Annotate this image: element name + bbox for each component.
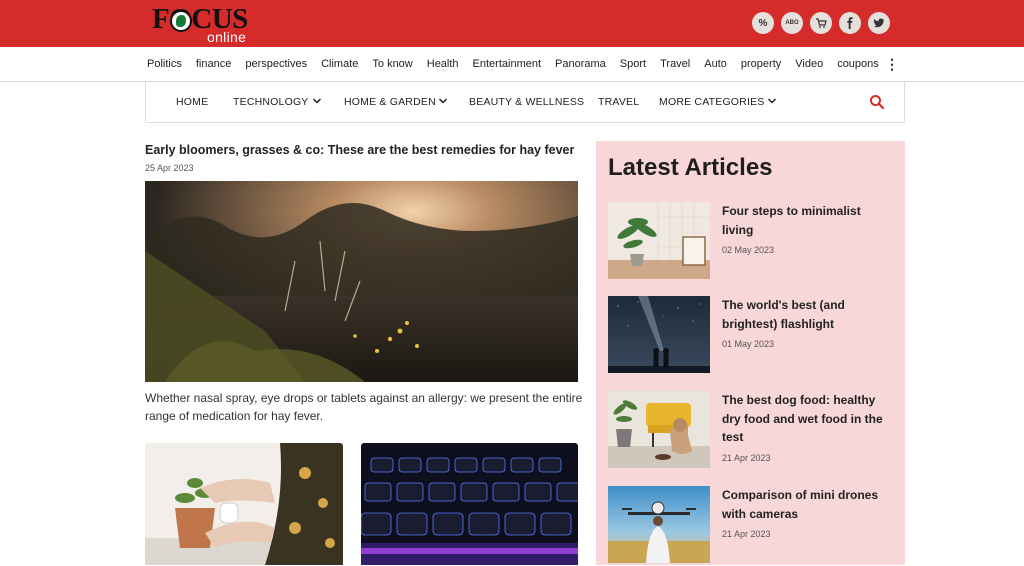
sidebar-article-date: 21 Apr 2023 <box>722 529 771 539</box>
sidebar-heading: Latest Articles <box>608 154 773 181</box>
nav-item-auto[interactable]: Auto <box>704 58 727 70</box>
globe-icon <box>170 10 192 32</box>
facebook-icon[interactable] <box>839 12 861 34</box>
nav-item-politics[interactable]: Politics <box>147 58 182 70</box>
main-nav: Politics finance perspectives Climate To… <box>0 47 1024 82</box>
nav-item-entertainment[interactable]: Entertainment <box>473 58 541 70</box>
search-icon[interactable] <box>869 94 885 110</box>
top-header: FOCUS online % ABO <box>0 0 1024 47</box>
nav-item-travel[interactable]: Travel <box>660 58 690 70</box>
article-date: 25 Apr 2023 <box>145 163 194 173</box>
sidebar-article-title[interactable]: Four steps to minimalist living <box>722 202 894 239</box>
article-thumbnail-image[interactable] <box>608 296 710 373</box>
article-hero-image[interactable] <box>145 181 578 382</box>
article-thumbnail-image[interactable] <box>361 443 578 565</box>
more-vertical-icon[interactable]: ⋮ <box>885 56 899 73</box>
nav-item-finance[interactable]: finance <box>196 58 231 70</box>
sidebar-article[interactable]: Four steps to minimalist living 02 May 2… <box>608 202 898 282</box>
sidebar-article-date: 02 May 2023 <box>722 245 775 255</box>
twitter-icon[interactable] <box>868 12 890 34</box>
sidebar-article[interactable]: Comparison of mini drones with cameras 2… <box>608 486 898 566</box>
focus-logo[interactable]: FOCUS online <box>152 3 262 45</box>
top-icons: % ABO <box>752 12 890 34</box>
category-beauty-wellness[interactable]: BEAUTY & WELLNESS <box>469 96 584 108</box>
nav-item-property[interactable]: property <box>741 58 781 70</box>
sidebar-article[interactable]: The world's best (and brightest) flashli… <box>608 296 898 376</box>
percent-icon[interactable]: % <box>752 12 774 34</box>
nav-item-sport[interactable]: Sport <box>620 58 646 70</box>
sidebar-article-title[interactable]: Comparison of mini drones with cameras <box>722 486 894 523</box>
cart-icon[interactable] <box>810 12 832 34</box>
nav-item-coupons[interactable]: coupons <box>837 58 879 70</box>
category-home[interactable]: HOME <box>176 96 208 108</box>
nav-item-perspectives[interactable]: perspectives <box>245 58 307 70</box>
chevron-down-icon[interactable] <box>767 96 777 106</box>
article-headline[interactable]: Early bloomers, grasses & co: These are … <box>145 143 574 157</box>
article-thumbnail-image[interactable] <box>608 202 710 279</box>
article-thumbnail-image[interactable] <box>608 391 710 468</box>
sidebar-article-date: 01 May 2023 <box>722 339 775 349</box>
category-more[interactable]: MORE CATEGORIES <box>659 96 764 108</box>
category-home-garden[interactable]: HOME & GARDEN <box>344 96 436 108</box>
article-teaser: Whether nasal spray, eye drops or tablet… <box>145 391 583 423</box>
nav-item-health[interactable]: Health <box>427 58 459 70</box>
sidebar-article-title[interactable]: The world's best (and brightest) flashli… <box>722 296 894 333</box>
sidebar-article[interactable]: The best dog food: healthy dry food and … <box>608 391 898 471</box>
chevron-down-icon[interactable] <box>438 96 448 106</box>
nav-item-to-know[interactable]: To know <box>372 58 412 70</box>
abo-icon[interactable]: ABO <box>781 12 803 34</box>
article-thumbnail-image[interactable] <box>608 486 710 563</box>
nav-item-video[interactable]: Video <box>795 58 823 70</box>
sidebar-article-date: 21 Apr 2023 <box>722 453 771 463</box>
category-nav: HOME TECHNOLOGY HOME & GARDEN BEAUTY & W… <box>145 82 905 123</box>
category-technology[interactable]: TECHNOLOGY <box>233 96 309 108</box>
sidebar-article-title[interactable]: The best dog food: healthy dry food and … <box>722 391 894 447</box>
logo-sub: online <box>207 29 247 45</box>
category-travel[interactable]: TRAVEL <box>598 96 639 108</box>
article-thumbnail-image[interactable] <box>145 443 343 565</box>
chevron-down-icon[interactable] <box>312 96 322 106</box>
nav-item-climate[interactable]: Climate <box>321 58 358 70</box>
nav-item-panorama[interactable]: Panorama <box>555 58 606 70</box>
latest-articles-sidebar: Latest Articles Four steps to minimalist… <box>596 141 905 565</box>
